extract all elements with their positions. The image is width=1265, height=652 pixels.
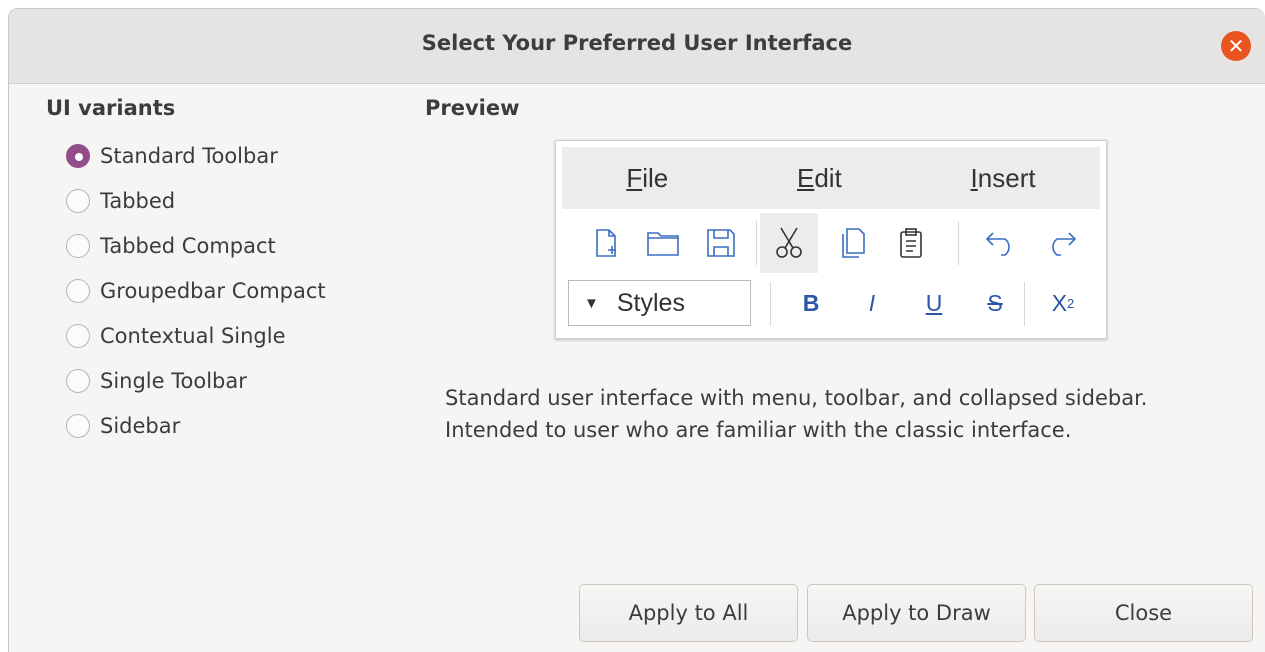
menu-edit[interactable]: Edit	[797, 163, 842, 194]
radio-icon[interactable]	[66, 188, 90, 213]
variant-groupedbar-compact[interactable]: Groupedbar Compact	[66, 268, 326, 313]
variant-description: Standard user interface with menu, toolb…	[445, 386, 1148, 442]
variant-sidebar[interactable]: Sidebar	[66, 403, 326, 448]
variant-label: Tabbed	[100, 188, 176, 213]
apply-to-all-button[interactable]: Apply to All	[579, 584, 798, 642]
variant-label: Contextual Single	[100, 323, 286, 348]
variant-label: Sidebar	[100, 413, 181, 438]
radio-selected-icon[interactable]	[66, 143, 90, 168]
variant-tabbed[interactable]: Tabbed	[66, 178, 326, 223]
copy-icon[interactable]	[824, 213, 882, 273]
preview-toolbar	[562, 213, 1100, 273]
variant-label: Single Toolbar	[100, 368, 247, 393]
ui-variants-list: Standard Toolbar Tabbed Tabbed Compact G…	[66, 133, 326, 448]
radio-icon[interactable]	[66, 278, 90, 303]
variant-contextual-single[interactable]: Contextual Single	[66, 313, 326, 358]
close-window-icon[interactable]: ✕	[1221, 31, 1251, 61]
variant-standard-toolbar[interactable]: Standard Toolbar	[66, 133, 326, 178]
cut-icon[interactable]	[760, 213, 818, 273]
apply-to-draw-button[interactable]: Apply to Draw	[807, 584, 1026, 642]
italic-icon[interactable]: I	[849, 280, 895, 326]
ui-variants-heading: UI variants	[46, 96, 176, 120]
redo-icon[interactable]	[1032, 213, 1090, 273]
paste-icon[interactable]	[882, 213, 940, 273]
preview-panel: File Edit Insert ▼ Styles B I U S X 2	[555, 140, 1107, 339]
preview-menubar: File Edit Insert	[562, 147, 1100, 209]
dialog-title: Select Your Preferred User Interface	[421, 31, 853, 55]
variant-single-toolbar[interactable]: Single Toolbar	[66, 358, 326, 403]
variant-label: Tabbed Compact	[100, 233, 276, 258]
underline-icon[interactable]: U	[911, 280, 957, 326]
strikethrough-icon[interactable]: S	[972, 280, 1018, 326]
bold-icon[interactable]: B	[788, 280, 834, 326]
superscript-icon[interactable]: X2	[1040, 280, 1086, 326]
dropdown-caret-icon: ▼	[584, 294, 599, 312]
menu-insert[interactable]: Insert	[971, 163, 1036, 194]
radio-icon[interactable]	[66, 368, 90, 393]
undo-icon[interactable]	[972, 213, 1030, 273]
close-button[interactable]: Close	[1034, 584, 1253, 642]
new-document-icon[interactable]	[578, 213, 636, 273]
styles-label: Styles	[616, 288, 685, 317]
styles-dropdown[interactable]: ▼ Styles	[568, 280, 751, 326]
menu-file[interactable]: File	[626, 163, 668, 194]
radio-icon[interactable]	[66, 413, 90, 438]
radio-icon[interactable]	[66, 233, 90, 258]
title-bar: Select Your Preferred User Interface ✕	[9, 9, 1265, 84]
preview-heading: Preview	[425, 96, 520, 120]
radio-icon[interactable]	[66, 323, 90, 348]
variant-label: Groupedbar Compact	[100, 278, 326, 303]
variant-label: Standard Toolbar	[100, 143, 278, 168]
preview-format-bar: ▼ Styles B I U S X2	[562, 277, 1100, 331]
open-folder-icon[interactable]	[634, 213, 692, 273]
variant-tabbed-compact[interactable]: Tabbed Compact	[66, 223, 326, 268]
save-icon[interactable]	[692, 213, 750, 273]
